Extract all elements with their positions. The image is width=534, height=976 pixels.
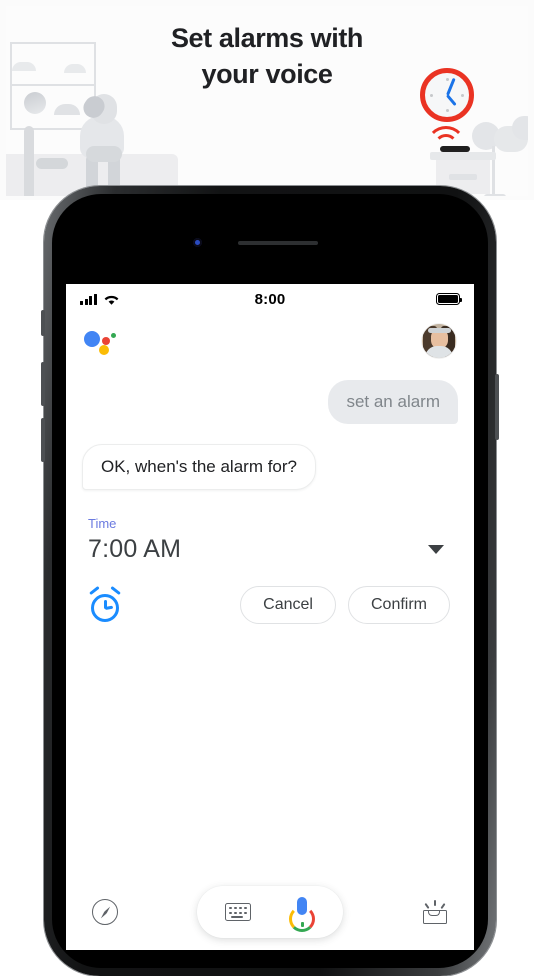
clock-tick-9 [430, 93, 433, 97]
power-button[interactable] [495, 374, 499, 440]
avatar-headband [428, 328, 451, 333]
page-title: Set alarms with your voice [0, 20, 534, 93]
person-lap [86, 146, 122, 162]
alarm-card-actions: Cancel Confirm [88, 585, 456, 624]
alarm-bell-right [110, 585, 121, 596]
updates-ray-left [424, 902, 430, 909]
status-bar-time: 8:00 [254, 290, 286, 308]
earpiece-speaker-icon [238, 241, 318, 245]
shelf-object-a [54, 104, 80, 115]
mic-capsule [297, 897, 307, 915]
battery-full-icon [436, 293, 463, 305]
alarm-setup-card: Time 7:00 AM Cancel Confirm [66, 490, 474, 624]
assistant-message-bubble: OK, when's the alarm for? [82, 444, 316, 490]
bed-headboard [24, 126, 34, 196]
sound-wave-inner-icon [434, 134, 458, 158]
chevron-down-icon[interactable] [428, 545, 444, 554]
google-microphone-icon[interactable] [289, 897, 315, 932]
promo-title-line-2: your voice [201, 59, 333, 90]
assistant-dot-blue [84, 331, 100, 347]
avatar[interactable] [422, 324, 456, 358]
clock-hour-hand [446, 94, 457, 106]
alarm-button-group: Cancel Confirm [240, 586, 456, 624]
promo-header: Set alarms with your voice [0, 0, 534, 200]
updates-tray-notch [428, 911, 440, 916]
input-mode-pill [197, 886, 343, 938]
mute-switch[interactable] [41, 310, 45, 336]
compass-explore-icon[interactable] [92, 899, 118, 925]
status-bar: 8:00 [66, 284, 474, 314]
front-camera-icon [193, 238, 202, 247]
assistant-header [66, 314, 474, 358]
volume-up-button[interactable] [41, 362, 45, 406]
shelf-object-ball [24, 92, 46, 114]
time-field-row[interactable]: 7:00 AM [88, 535, 456, 564]
assistant-dot-green [111, 333, 116, 338]
bottom-navigation-bar [66, 874, 474, 950]
pillow-illustration [36, 158, 68, 169]
alarm-clock-icon [88, 585, 122, 622]
time-field-value: 7:00 AM [88, 535, 182, 563]
cancel-button[interactable]: Cancel [240, 586, 336, 624]
updates-ray-right [440, 902, 446, 909]
updates-ray-center [434, 900, 436, 906]
user-message-bubble: set an alarm [328, 380, 458, 424]
keyboard-icon[interactable] [225, 903, 251, 921]
mic-stem [300, 922, 304, 927]
nightstand-drawer-handle [449, 174, 477, 180]
confirm-button[interactable]: Confirm [347, 586, 450, 624]
google-assistant-logo[interactable] [84, 328, 116, 355]
updates-inbox-icon[interactable] [422, 900, 448, 924]
clock-tick-6 [445, 109, 449, 112]
plant-pot [484, 194, 506, 196]
status-bar-right [436, 293, 463, 305]
phone-screen: 8:00 set an alarm OK, when's the alarm f… [66, 284, 474, 950]
time-field-label: Time [88, 516, 117, 531]
conversation: set an alarm OK, when's the alarm for? [66, 380, 474, 490]
promo-title-line-1: Set alarms with [170, 23, 364, 53]
volume-down-button[interactable] [41, 418, 45, 462]
assistant-dot-yellow [99, 345, 109, 355]
clock-tick-3 [461, 93, 464, 97]
alarm-bell-left [89, 585, 100, 596]
assistant-dot-red [102, 337, 110, 345]
